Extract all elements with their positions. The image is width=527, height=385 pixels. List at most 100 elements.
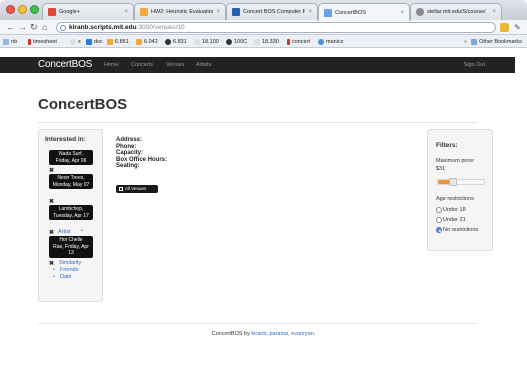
radio-button[interactable] xyxy=(436,217,442,223)
forward-arrow-icon[interactable]: → xyxy=(18,22,27,33)
document-icon xyxy=(232,8,240,16)
nav-home[interactable]: Home xyxy=(104,62,119,68)
bookmark-manicz[interactable]: manicz xyxy=(318,37,343,46)
tab-concert-bos-computer[interactable]: Concert BOS Computer Pr × xyxy=(226,3,318,20)
tab-stellar[interactable]: stellar.mit.edu/S/course/ × xyxy=(410,3,502,20)
bookmark-icon xyxy=(226,38,232,45)
bookmark-icon xyxy=(107,38,113,45)
bookmark-icon xyxy=(3,38,9,45)
minimize-window-button[interactable] xyxy=(18,5,27,14)
tab-strip: Google+ × HW2: Heuristic Evaluation × Co… xyxy=(0,0,527,21)
author-link-parama[interactable]: parama xyxy=(269,331,288,337)
max-price-label: Maximum price: xyxy=(436,158,475,164)
bookmark-icon xyxy=(194,38,200,45)
home-icon[interactable]: ⌂ xyxy=(42,22,47,33)
seating-label: Seating: xyxy=(116,163,140,169)
remove-icon[interactable]: ✖ xyxy=(49,260,54,267)
sign-out-link[interactable]: Sign Out xyxy=(464,62,485,68)
remove-icon[interactable]: ✖ xyxy=(49,167,54,174)
bookmark-nb[interactable]: nb xyxy=(3,37,17,46)
url-path: :3000/venues/10 xyxy=(136,24,185,31)
price-slider-handle[interactable] xyxy=(448,178,457,186)
extension-icon[interactable] xyxy=(500,23,509,32)
date-sort-link[interactable]: Date xyxy=(60,274,72,280)
reload-icon[interactable]: ↻ xyxy=(30,22,38,33)
bookmark-icon xyxy=(254,38,260,45)
tab-close-icon[interactable]: × xyxy=(400,10,404,16)
nav-artists[interactable]: Artists xyxy=(196,62,211,68)
divider xyxy=(38,122,478,123)
price-slider-fill xyxy=(438,180,450,184)
close-window-button[interactable] xyxy=(6,5,15,14)
page-title: ConcertBOS xyxy=(38,96,128,113)
age-restrictions-label: Age restrictions xyxy=(436,196,474,202)
event-card[interactable]: Neon Trees, Monday, May 07 xyxy=(49,174,93,189)
bookmarks-bar: nb timesheet x doc 6.851 6.042 6.831 18.… xyxy=(0,35,527,48)
radio-no-restrictions[interactable]: No restrictions xyxy=(436,227,478,233)
other-bookmarks[interactable]: » Other Bookmarks xyxy=(464,37,522,46)
bookmark-icon xyxy=(318,38,324,45)
bookmark-icon xyxy=(287,38,290,45)
tab-close-icon[interactable]: × xyxy=(124,9,128,15)
filters-panel: Filters: Maximum price: $31 Age restrict… xyxy=(427,129,493,251)
radio-under-21[interactable]: Under 21 xyxy=(436,217,466,223)
bookmark-6851[interactable]: 6.851 xyxy=(107,37,129,46)
folder-icon xyxy=(471,38,478,45)
bookmark-icon xyxy=(136,38,142,45)
author-link-kiranb[interactable]: kiranb xyxy=(251,331,266,337)
all-venues-button[interactable]: All Venues xyxy=(116,185,158,193)
artist-sort-link[interactable]: Artist xyxy=(58,229,71,235)
bookmark-doc[interactable]: doc xyxy=(86,37,103,46)
event-card[interactable]: Hot Chelle Rae, Friday, Apr 13 xyxy=(49,236,93,258)
page-content: ConcertBOS Home Concerts Venues Artists … xyxy=(0,48,527,385)
bookmark-18100[interactable]: 18.100 xyxy=(194,37,219,46)
radio-button-checked[interactable] xyxy=(436,227,442,233)
author-link-evanryan[interactable]: evanryan xyxy=(291,331,314,337)
globe-icon xyxy=(60,24,66,31)
bookmark-x[interactable]: x xyxy=(70,37,81,46)
footer-divider xyxy=(38,323,478,324)
tab-close-icon[interactable]: × xyxy=(308,9,312,15)
site-navbar: ConcertBOS Home Concerts Venues Artists … xyxy=(0,57,515,73)
interested-panel: Interested in: Nada Surf, Friday, Apr 06… xyxy=(38,129,103,302)
bookmark-timesheet[interactable]: timesheet xyxy=(28,37,57,46)
url-host: kiranb.scripts.mit.edu xyxy=(69,24,137,31)
address-bar[interactable]: kiranb.scripts.mit.edu:3000/venues/10 ☆ xyxy=(56,22,496,33)
footer: ConcertBOS by kiranb, parama, evanryan. xyxy=(211,331,316,337)
event-card[interactable]: Nada Surf, Friday, Apr 06 xyxy=(49,150,93,165)
globe-icon xyxy=(416,8,424,16)
price-slider[interactable] xyxy=(437,178,485,186)
radio-under-18[interactable]: Under 18 xyxy=(436,207,466,213)
bookmark-6042[interactable]: 6.042 xyxy=(136,37,158,46)
interested-title: Interested in: xyxy=(45,136,86,143)
remove-icon[interactable]: ✖ xyxy=(49,198,54,205)
zoom-window-button[interactable] xyxy=(30,5,39,14)
venue-info: Address: Phone: Capacity: Box Office Hou… xyxy=(116,137,167,170)
bookmark-icon xyxy=(28,38,31,45)
nav-concerts[interactable]: Concerts xyxy=(131,62,153,68)
bookmark-18330[interactable]: 18.330 xyxy=(254,37,279,46)
similarity-sort-link[interactable]: Similarity xyxy=(59,260,81,266)
nav-venues[interactable]: Venues xyxy=(166,62,184,68)
radio-button[interactable] xyxy=(436,207,442,213)
bullet-icon: • xyxy=(53,267,55,273)
tab-close-icon[interactable]: × xyxy=(216,9,220,15)
tab-hw2[interactable]: HW2: Heuristic Evaluation × xyxy=(134,3,226,20)
bullet-icon: • xyxy=(53,274,55,280)
wrench-icon[interactable]: ✎ xyxy=(514,22,521,33)
back-arrow-icon[interactable]: ← xyxy=(6,22,15,33)
bullet-icon: • xyxy=(81,228,83,234)
site-brand[interactable]: ConcertBOS xyxy=(38,59,92,70)
event-card[interactable]: Lambchop, Tuesday, Apr 17 xyxy=(49,205,93,220)
bookmark-concert[interactable]: concert xyxy=(287,37,310,46)
bookmark-100c[interactable]: 100C xyxy=(226,37,247,46)
remove-icon[interactable]: ✖ xyxy=(49,229,54,236)
tab-concertbos[interactable]: ConcertBOS × xyxy=(318,3,410,21)
friends-sort-link[interactable]: Friends xyxy=(60,267,78,273)
tab-google-plus[interactable]: Google+ × xyxy=(42,3,134,20)
bookmark-6831[interactable]: 6.831 xyxy=(165,37,187,46)
chevron-right-icon: » xyxy=(464,38,468,45)
tab-close-icon[interactable]: × xyxy=(492,9,496,15)
list-icon xyxy=(119,186,123,191)
bookmark-icon xyxy=(165,38,171,45)
